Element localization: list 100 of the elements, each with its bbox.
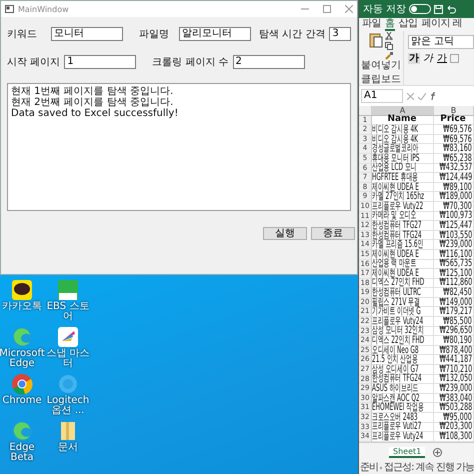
input-field[interactable]: 알리모니터	[179, 27, 251, 41]
table-cell: ₩89,100	[434, 182, 474, 192]
table-cell: 프리플로우 Vuty22	[372, 202, 434, 212]
log-line: 현재 1번째 페이지를 탐색 중입니다.	[11, 86, 174, 97]
table-cell: 디엑스 27인치 FHD	[372, 278, 434, 288]
table-cell: HGFRTEE 휴대용	[372, 173, 434, 183]
browser-icon[interactable]	[11, 373, 33, 395]
exit-button[interactable]: 종료	[311, 227, 355, 240]
table-cell: 제이씨현 UDEA E	[372, 182, 434, 192]
table-cell: ₩189,000	[434, 192, 474, 202]
table-cell: Name	[372, 116, 434, 126]
table-cell: 21.5 인치 산업용	[372, 355, 434, 366]
table-cell: ₩878,400	[434, 346, 474, 356]
chat-icon[interactable]	[11, 279, 33, 301]
table-cell: ₩80,190	[434, 336, 474, 346]
app-icon[interactable]	[57, 279, 79, 301]
table-cell: 프리플로우 Vuti27	[372, 422, 434, 432]
table-cell: 카멜 27인치 165hz	[372, 192, 434, 202]
table-cell: 카메라 및 오디오	[372, 212, 434, 222]
table-cell: ₩203,300	[434, 422, 474, 432]
accessibility-status[interactable]: 접근성: 계속 진행 가능	[384, 463, 474, 473]
scissors-icon[interactable]	[385, 32, 393, 40]
table-cell: 한성컴퓨터 ULTRC	[372, 288, 434, 298]
close-icon[interactable]	[345, 5, 353, 13]
table-cell: 비디오 감시용 4K	[372, 134, 434, 144]
field-label: 파일명	[139, 28, 170, 41]
table-cell: 제이씨현 UDEA E	[372, 269, 434, 279]
table-cell: 필립스 271V 무결	[372, 298, 434, 308]
table-cell: 삼성 모니터 32인치	[372, 326, 434, 336]
table-cell: 한성컴퓨터 TFG24	[372, 374, 434, 384]
clipboard-icon[interactable]	[369, 32, 383, 48]
table-cell: ₩124,449	[434, 173, 474, 183]
table-cell: ₩69,576	[434, 125, 474, 135]
table-cell: ₩100,973	[434, 212, 474, 222]
table-cell: ₩149,000	[434, 298, 474, 308]
border-icon[interactable]	[450, 54, 459, 63]
save-icon[interactable]	[434, 4, 444, 14]
log-area[interactable]: 현재 1번째 페이지를 탐색 중입니다. 현재 2번째 페이지를 탐색 중입니다. Data saved to Excel successfully!	[7, 83, 351, 211]
table-cell: ₩179,217	[434, 307, 474, 318]
table-cell: EHOMEWEI 작업용	[372, 403, 434, 413]
font-style-button[interactable]: 가	[408, 53, 420, 64]
table-cell: ₩710,210	[434, 365, 474, 375]
ribbon-tab[interactable]: 삽입	[398, 18, 418, 31]
ribbon-tab[interactable]: 파일	[362, 18, 381, 31]
font-field[interactable]: 맑은 고딕	[408, 35, 474, 49]
table-cell: 한성컴퓨터 TFG24	[372, 230, 434, 240]
status-text: 준비	[360, 463, 378, 473]
check-icon[interactable]	[418, 92, 426, 100]
table-cell: ₩116,100	[434, 250, 474, 260]
cancel-icon[interactable]	[407, 92, 414, 100]
table-cell: ₩125,100	[434, 269, 474, 279]
ribbon-tab[interactable]: 페이지 레	[422, 18, 462, 31]
table-cell: 경성글로벌코리아	[372, 144, 434, 154]
table-cell: 비디오 감시용 4K	[372, 125, 434, 135]
field-label: 키워드	[7, 28, 38, 41]
input-field[interactable]: 모니터	[51, 27, 123, 41]
window-title: MainWindow	[18, 4, 70, 14]
font-style-button[interactable]: 가	[422, 53, 434, 64]
sheet-tab[interactable]: Sheet1	[389, 446, 426, 458]
run-button[interactable]: 실행	[263, 227, 307, 240]
table-cell: ₩70,300	[434, 202, 474, 212]
table-cell: 제이씨현 UDEA E	[372, 250, 434, 260]
table-cell: ₩69,576	[434, 134, 474, 144]
copy-icon[interactable]	[385, 42, 393, 50]
table-cell: ₩112,860	[434, 278, 474, 288]
maximize-icon[interactable]	[323, 5, 331, 13]
table-cell: 카멜 프리즘 15.6인	[372, 240, 434, 250]
add-sheet-icon[interactable]	[433, 448, 442, 457]
function-icon[interactable]	[430, 92, 436, 100]
table-cell: Price	[434, 116, 474, 126]
table-cell: 기가비트 이더넷 G	[372, 307, 434, 318]
window-icon	[5, 5, 14, 13]
table-cell: ₩85,500	[434, 317, 474, 327]
font-style-button[interactable]: 가	[436, 53, 448, 64]
table-cell: ₩239,000	[434, 384, 474, 394]
table-cell: ₩125,447	[434, 221, 474, 231]
paste-button[interactable]: 붙여넣기	[361, 58, 401, 72]
table-cell: 산업용 LCD 모니	[372, 164, 434, 174]
name-box[interactable]: A1	[361, 89, 403, 103]
app-icon[interactable]	[57, 326, 79, 348]
field-label: 탐색 시간 간격	[259, 28, 326, 41]
input-field[interactable]: 3	[329, 27, 352, 41]
undo-icon[interactable]	[446, 4, 456, 14]
input-field[interactable]: 2	[232, 55, 305, 69]
log-line: Data saved to Excel successfully!	[11, 108, 178, 119]
autosave-toggle[interactable]	[409, 4, 432, 14]
field-label: 크롤링 페이지 수	[152, 56, 229, 69]
table-cell: 프리플로우 Vuty24	[372, 317, 434, 327]
group-label: 클립보드	[361, 73, 401, 86]
brush-icon[interactable]	[385, 52, 393, 60]
table-cell: 디엑스 22인치 FHD	[372, 336, 434, 346]
autosave-label: 자동 저장	[363, 3, 406, 16]
column-header[interactable]: A	[372, 106, 434, 116]
table-cell: ₩65,238	[434, 154, 474, 164]
table-cell: 휴대용 모니터 IPS	[372, 154, 434, 164]
table-cell: ₩503,288	[434, 403, 474, 413]
input-field[interactable]: 1	[64, 55, 136, 69]
table-cell: ₩383,040	[434, 394, 474, 404]
log-line: 현재 2번째 페이지를 탐색 중입니다.	[11, 97, 174, 108]
table-cell: ASUS 하이브리드	[372, 384, 434, 394]
